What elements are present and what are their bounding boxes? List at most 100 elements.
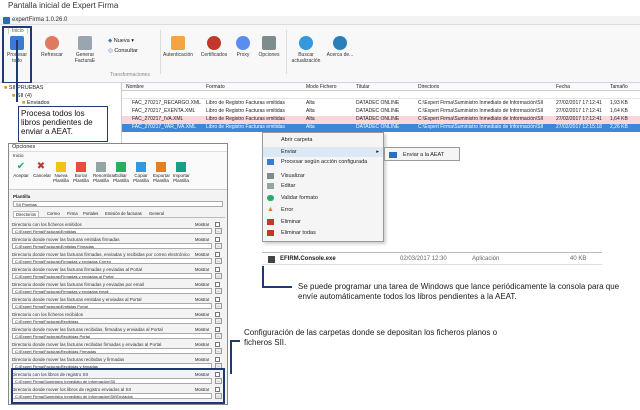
aceptar-button[interactable]: ✔ Aceptar bbox=[13, 162, 29, 179]
refresh-icon bbox=[45, 36, 59, 50]
mostrar-checkbox[interactable] bbox=[215, 222, 220, 227]
menu-procesar[interactable]: Procesar según acción configurada bbox=[263, 157, 383, 167]
subtab-directorios[interactable]: Directorios bbox=[13, 211, 40, 217]
menu-editar[interactable]: Editar bbox=[263, 181, 383, 191]
mostrar-label: Mostrar bbox=[195, 222, 210, 227]
subtab-emision[interactable]: Emisión de facturas bbox=[105, 211, 142, 216]
mostrar-checkbox[interactable] bbox=[215, 357, 220, 362]
tree-root[interactable]: ■ SII PRUEBAS bbox=[4, 85, 43, 91]
browse-button[interactable]: ... bbox=[215, 303, 222, 309]
group-transformaciones: Transformaciones bbox=[110, 72, 150, 78]
dialog-subtabs: Directorios Correo Firma Portales Emisió… bbox=[13, 211, 225, 218]
browse-button[interactable]: ... bbox=[215, 258, 222, 264]
table-row-selected[interactable]: FAC_270217_VAR_IVA.XML Libro de Registro… bbox=[122, 124, 640, 132]
exportar-plantilla-button[interactable]: Exportar Plantilla bbox=[153, 162, 170, 183]
nueva-plantilla-button[interactable]: Nueva Plantilla bbox=[53, 162, 69, 183]
tree-sii[interactable]: ■ SII (4) bbox=[12, 93, 32, 99]
edit-icon bbox=[116, 162, 126, 172]
cancelar-button[interactable]: ✖ Cancelar bbox=[33, 161, 51, 179]
menu-eliminar[interactable]: Eliminar bbox=[263, 217, 383, 227]
mostrar-checkbox[interactable] bbox=[215, 267, 220, 272]
browse-button[interactable]: ... bbox=[215, 273, 222, 279]
browse-button[interactable]: ... bbox=[215, 228, 222, 234]
col-tamano[interactable]: Tamaño bbox=[610, 84, 628, 90]
mostrar-checkbox[interactable] bbox=[215, 312, 220, 317]
menu-abrir-carpeta[interactable]: Abrir carpeta bbox=[263, 135, 383, 145]
renombrar-plantilla-button[interactable]: Renombrar Plantilla bbox=[93, 162, 116, 183]
mostrar-checkbox[interactable] bbox=[215, 282, 220, 287]
col-titular[interactable]: Titular bbox=[356, 84, 370, 90]
mostrar-label: Mostrar bbox=[195, 282, 210, 287]
nueva-button[interactable]: ◆ Nueva ▾ bbox=[108, 38, 134, 44]
menu-validar[interactable]: Validar formato bbox=[263, 193, 383, 203]
menu-enviar[interactable]: Enviar ▸ bbox=[263, 147, 383, 157]
update-icon bbox=[299, 36, 313, 50]
buscar-actualizacion-button[interactable]: Buscar actualización bbox=[288, 36, 324, 64]
directory-input[interactable]: C:\Expert Firma\Facturas\Emitidas Firmad… bbox=[12, 243, 212, 249]
browse-button[interactable]: ... bbox=[215, 348, 222, 354]
directory-input[interactable]: C:\Expert Firma\Facturas\Firmadas y envi… bbox=[12, 288, 212, 294]
directory-input[interactable]: C:\Expert Firma\Facturas\Recibidas Firma… bbox=[12, 348, 212, 354]
table-row[interactable]: FAC_270217_IVA.XML Libro de Registro Fac… bbox=[122, 116, 640, 124]
mostrar-checkbox[interactable] bbox=[215, 327, 220, 332]
mostrar-checkbox[interactable] bbox=[215, 252, 220, 257]
mostrar-label: Mostrar bbox=[195, 252, 210, 257]
mostrar-label: Mostrar bbox=[195, 297, 210, 302]
menu-error[interactable]: ▲ Error bbox=[263, 205, 383, 215]
callout-arrow bbox=[16, 40, 18, 102]
directory-input[interactable]: C:\Expert Firma\Facturas\Firmadas y envi… bbox=[12, 258, 212, 264]
mostrar-checkbox[interactable] bbox=[215, 342, 220, 347]
generar-facturae-button[interactable]: Generar FacturaE bbox=[70, 36, 100, 64]
col-nombre[interactable]: Nombre bbox=[126, 84, 144, 90]
browse-button[interactable]: ... bbox=[215, 243, 222, 249]
consultar-button[interactable]: ◎ Consultar bbox=[108, 48, 138, 54]
proxy-button[interactable]: Proxy bbox=[232, 36, 254, 58]
folders-arrow bbox=[230, 340, 232, 374]
directory-label: Directorio donde mover las facturas reci… bbox=[12, 357, 125, 362]
dialog-tab-inicio[interactable]: Inicio bbox=[13, 153, 24, 158]
editar-plantilla-button[interactable]: Editar Plantilla bbox=[113, 162, 129, 183]
table-row[interactable]: FAC_270217_RECARGO.XML Libro de Registro… bbox=[122, 100, 640, 108]
directory-input[interactable]: C:\Expert Firma\Facturas\Recibidas Porta… bbox=[12, 333, 212, 339]
importar-plantilla-button[interactable]: Importar Plantilla bbox=[173, 162, 190, 183]
close-icon: ✖ bbox=[36, 161, 46, 172]
mostrar-label: Mostrar bbox=[195, 267, 210, 272]
col-fecha[interactable]: Fecha bbox=[556, 84, 570, 90]
note-folders: Configuración de las carpetas donde se d… bbox=[244, 328, 498, 347]
opciones-button[interactable]: Opciones bbox=[255, 36, 283, 58]
col-formato[interactable]: Formato bbox=[206, 84, 225, 90]
plantilla-select[interactable]: SII Pruebas bbox=[13, 201, 223, 207]
browse-button[interactable]: ... bbox=[215, 318, 222, 324]
copiar-plantilla-button[interactable]: Copiar Plantilla bbox=[133, 162, 149, 183]
subtab-firma[interactable]: Firma bbox=[67, 211, 78, 216]
subtab-general[interactable]: General bbox=[149, 211, 164, 216]
filter-row[interactable] bbox=[122, 92, 640, 99]
mostrar-checkbox[interactable] bbox=[215, 297, 220, 302]
mostrar-label: Mostrar bbox=[195, 357, 210, 362]
acerca-de-button[interactable]: Acerca de... bbox=[326, 36, 354, 58]
col-modo[interactable]: Modo Fichero bbox=[306, 84, 337, 90]
grid-header: Nombre Formato Modo Fichero Titular Dire… bbox=[122, 83, 640, 91]
callout-procesar: Procesa todos los libros pendientes de e… bbox=[18, 106, 108, 142]
certificados-button[interactable]: Certificados bbox=[198, 36, 230, 58]
browse-button[interactable]: ... bbox=[215, 333, 222, 339]
mostrar-checkbox[interactable] bbox=[215, 237, 220, 242]
col-directorio[interactable]: Directorio bbox=[418, 84, 439, 90]
directory-input[interactable]: C:\Expert Firma\Facturas\Recibidas bbox=[12, 318, 212, 324]
console-arrow bbox=[262, 266, 264, 286]
refrescar-button[interactable]: Refrescar bbox=[38, 36, 66, 58]
browse-button[interactable]: ... bbox=[215, 288, 222, 294]
menu-visualizar[interactable]: Visualizar bbox=[263, 171, 383, 181]
subtab-portales[interactable]: Portales bbox=[83, 211, 98, 216]
delete-icon bbox=[267, 219, 274, 225]
menu-eliminar-todas[interactable]: Eliminar todas bbox=[263, 228, 383, 238]
subtab-correo[interactable]: Correo bbox=[47, 211, 60, 216]
borrar-plantilla-button[interactable]: Borrar Plantilla bbox=[73, 162, 89, 183]
directory-input[interactable]: C:\Expert Firma\Facturas\Emitidas Portal bbox=[12, 303, 212, 309]
table-row[interactable]: FAC_270217_EXENTA.XML Libro de Registro … bbox=[122, 108, 640, 116]
directory-input[interactable]: C:\Expert Firma\Facturas\Emitidas bbox=[12, 228, 212, 234]
submenu-enviar[interactable]: Enviar a la AEAT bbox=[384, 147, 460, 161]
explorer-row[interactable]: EFIRM.Console.exe 02/03/2017 12:30 Aplic… bbox=[262, 252, 602, 265]
autenticacion-button[interactable]: Autenticación bbox=[160, 36, 196, 58]
directory-input[interactable]: C:\Expert Firma\Facturas\Firmadas y envi… bbox=[12, 273, 212, 279]
